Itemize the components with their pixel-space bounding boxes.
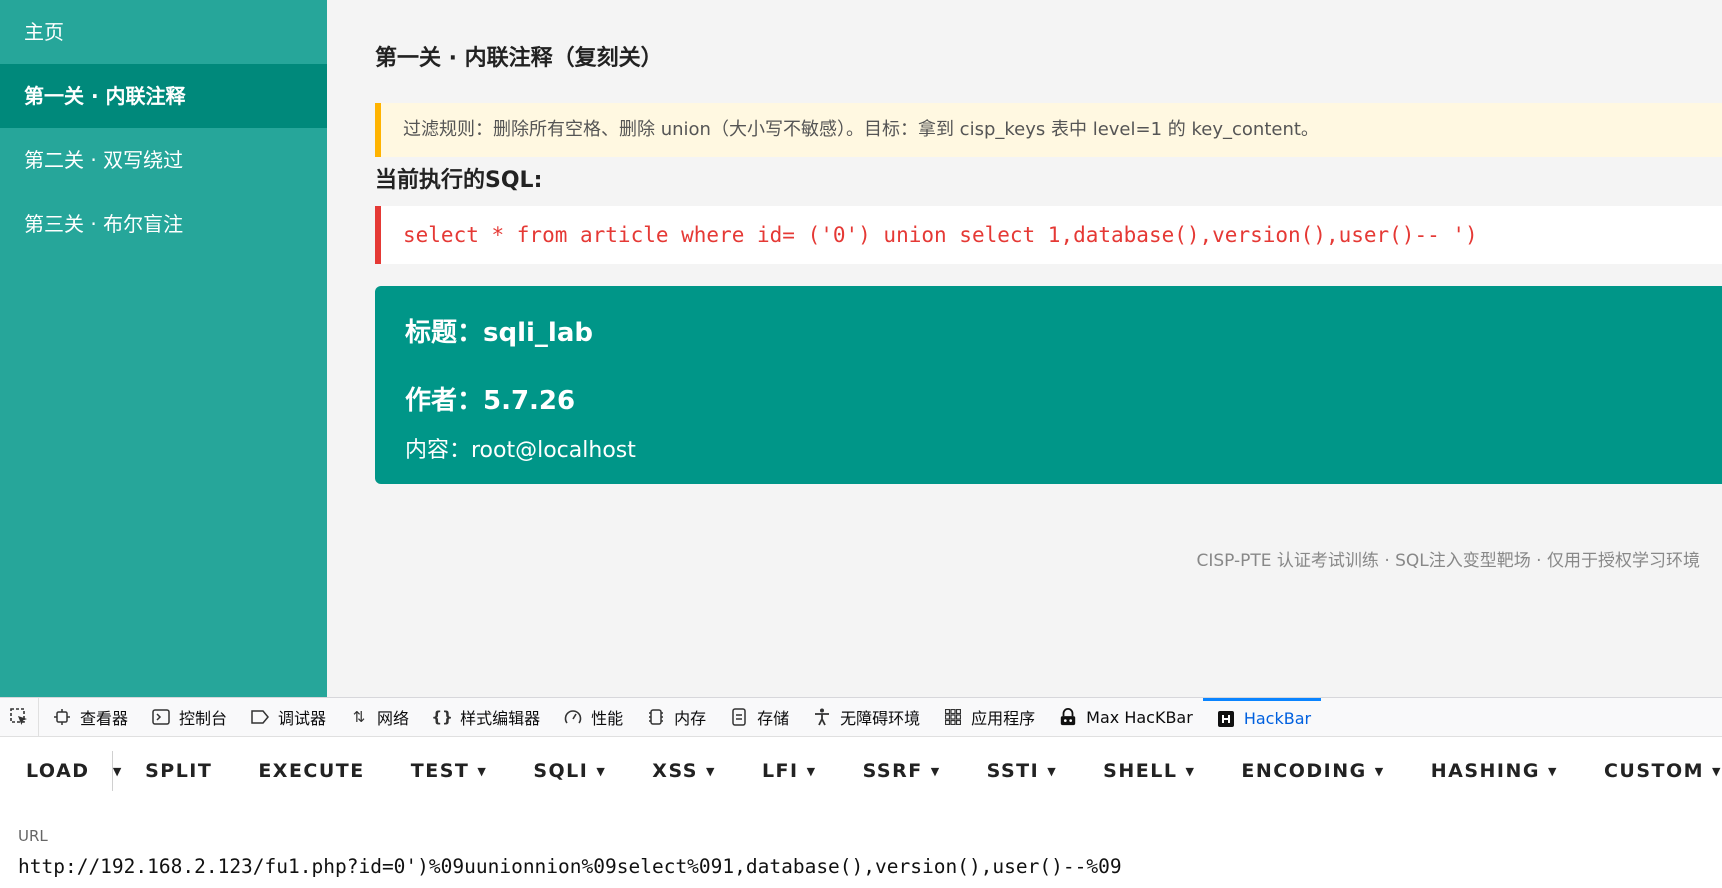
sqli-label: SQLI <box>533 760 589 782</box>
result-author: 作者：5.7.26 <box>405 386 576 416</box>
caret-down-icon: ▼ <box>596 764 607 778</box>
caret-down-icon: ▼ <box>1185 764 1196 778</box>
tab-label: 样式编辑器 <box>460 709 541 728</box>
custom-menu-button[interactable]: CUSTOM ▼ <box>1604 737 1722 805</box>
performance-icon <box>564 708 582 726</box>
caret-down-icon: ▼ <box>1547 764 1558 778</box>
execute-button[interactable]: EXECUTE <box>258 737 364 805</box>
tab-accessibility[interactable]: 无障碍环境 <box>799 698 930 736</box>
lfi-label: LFI <box>761 760 799 782</box>
caret-down-icon: ▼ <box>1047 764 1058 778</box>
tab-hackbar[interactable]: HackBar <box>1202 698 1322 736</box>
element-picker-icon <box>10 708 27 725</box>
element-picker-button[interactable] <box>0 698 39 736</box>
caret-down-icon: ▼ <box>1712 764 1722 778</box>
tab-label: 内存 <box>674 709 707 728</box>
hashing-menu-button[interactable]: HASHING ▼ <box>1431 737 1558 805</box>
tab-debugger[interactable]: 调试器 <box>237 698 336 736</box>
debugger-icon <box>251 708 270 726</box>
ssti-menu-button[interactable]: SSTI ▼ <box>987 737 1058 805</box>
sqli-menu-button[interactable]: SQLI ▼ <box>533 737 606 805</box>
footer-note: CISP-PTE 认证考试训练 · SQL注入变型靶场 · 仅用于授权学习环境 <box>1196 551 1700 571</box>
load-dropdown-button[interactable]: ▼ <box>111 751 124 791</box>
tab-storage[interactable]: 存储 <box>716 698 799 736</box>
tab-label: 网络 <box>377 709 410 728</box>
tab-label: 应用程序 <box>971 709 1036 728</box>
storage-icon <box>730 708 748 726</box>
test-menu-button[interactable]: TEST ▼ <box>411 737 488 805</box>
xss-menu-button[interactable]: XSS ▼ <box>652 737 716 805</box>
encoding-label: ENCODING <box>1241 760 1367 782</box>
result-content: 内容：root@localhost <box>405 438 636 463</box>
caret-down-icon: ▼ <box>1374 764 1385 778</box>
load-button[interactable]: LOAD <box>26 737 90 805</box>
executed-sql: select * from article where id= ('0') un… <box>375 206 1722 264</box>
memory-icon <box>647 708 665 726</box>
devtools-tab-bar: 查看器 控制台 调试器 ⇅ 网络 {} 样式编辑器 性能 内存 存储 无障碍环境… <box>0 697 1722 737</box>
tab-performance[interactable]: 性能 <box>550 698 633 736</box>
encoding-menu-button[interactable]: ENCODING ▼ <box>1241 737 1384 805</box>
inspector-icon <box>53 708 71 726</box>
filter-rule-notice: 过滤规则：删除所有空格、删除 union（大小写不敏感）。目标：拿到 cisp_… <box>375 103 1722 157</box>
ssrf-menu-button[interactable]: SSRF ▼ <box>863 737 941 805</box>
shell-menu-button[interactable]: SHELL ▼ <box>1103 737 1195 805</box>
tab-label: 存储 <box>757 709 790 728</box>
caret-down-icon: ▼ <box>477 764 488 778</box>
load-label: LOAD <box>26 760 90 782</box>
sidebar-item-level-2[interactable]: 第二关 · 双写绕过 <box>0 128 327 192</box>
url-label: URL <box>18 827 48 845</box>
hashing-label: HASHING <box>1430 760 1540 782</box>
console-icon <box>152 708 170 726</box>
custom-label: CUSTOM <box>1603 760 1705 782</box>
sidebar-item-level-1[interactable]: 第一关 · 内联注释 <box>0 64 327 128</box>
sidebar-item-home[interactable]: 主页 <box>0 0 327 64</box>
main-content: 第一关 · 内联注释（复刻关） 过滤规则：删除所有空格、删除 union（大小写… <box>327 0 1722 697</box>
split-button[interactable]: SPLIT <box>145 737 212 805</box>
tab-label: 控制台 <box>179 709 228 728</box>
test-label: TEST <box>410 760 470 782</box>
caret-down-icon: ▼ <box>806 764 817 778</box>
caret-down-icon: ▼ <box>112 764 123 778</box>
tab-inspector[interactable]: 查看器 <box>39 698 138 736</box>
caret-down-icon: ▼ <box>930 764 941 778</box>
style-editor-icon: {} <box>431 708 453 726</box>
tab-label: HackBar <box>1243 709 1312 728</box>
hackbar-toolbar: LOAD ▼ SPLIT EXECUTE TEST ▼ SQLI ▼ XSS ▼ LF… <box>0 737 1722 805</box>
url-input[interactable] <box>18 855 1708 878</box>
shell-label: SHELL <box>1103 760 1178 782</box>
sidebar: 主页 第一关 · 内联注释 第二关 · 双写绕过 第三关 · 布尔盲注 <box>0 0 327 697</box>
lfi-menu-button[interactable]: LFI ▼ <box>762 737 817 805</box>
max-hackbar-icon <box>1059 708 1077 726</box>
hackbar-icon <box>1217 710 1235 728</box>
tab-label: 无障碍环境 <box>840 709 921 728</box>
result-title: 标题：sqli_lab <box>405 318 593 348</box>
tab-style-editor[interactable]: {} 样式编辑器 <box>419 698 550 736</box>
tab-label: 调试器 <box>278 709 327 728</box>
tab-label: Max HacKBar <box>1086 707 1193 727</box>
sql-heading: 当前执行的SQL: <box>375 168 543 193</box>
tab-label: 查看器 <box>80 709 129 728</box>
url-panel: URL <box>0 805 1722 888</box>
tab-max-hackbar[interactable]: Max HacKBar <box>1045 698 1203 736</box>
xss-label: XSS <box>652 760 698 782</box>
sidebar-item-level-3[interactable]: 第三关 · 布尔盲注 <box>0 192 327 256</box>
application-icon <box>944 708 962 726</box>
split-label: SPLIT <box>145 760 213 782</box>
tab-console[interactable]: 控制台 <box>138 698 237 736</box>
tab-network[interactable]: ⇅ 网络 <box>336 698 419 736</box>
accessibility-icon <box>813 708 831 726</box>
network-icon: ⇅ <box>352 708 366 726</box>
tab-memory[interactable]: 内存 <box>633 698 716 736</box>
caret-down-icon: ▼ <box>705 764 716 778</box>
tab-label: 性能 <box>591 709 624 728</box>
tab-application[interactable]: 应用程序 <box>930 698 1045 736</box>
page-title: 第一关 · 内联注释（复刻关） <box>375 46 663 71</box>
ssti-label: SSTI <box>986 760 1040 782</box>
result-card: 标题：sqli_lab 作者：5.7.26 内容：root@localhost <box>375 286 1722 484</box>
execute-label: EXECUTE <box>258 760 365 782</box>
ssrf-label: SSRF <box>862 760 923 782</box>
